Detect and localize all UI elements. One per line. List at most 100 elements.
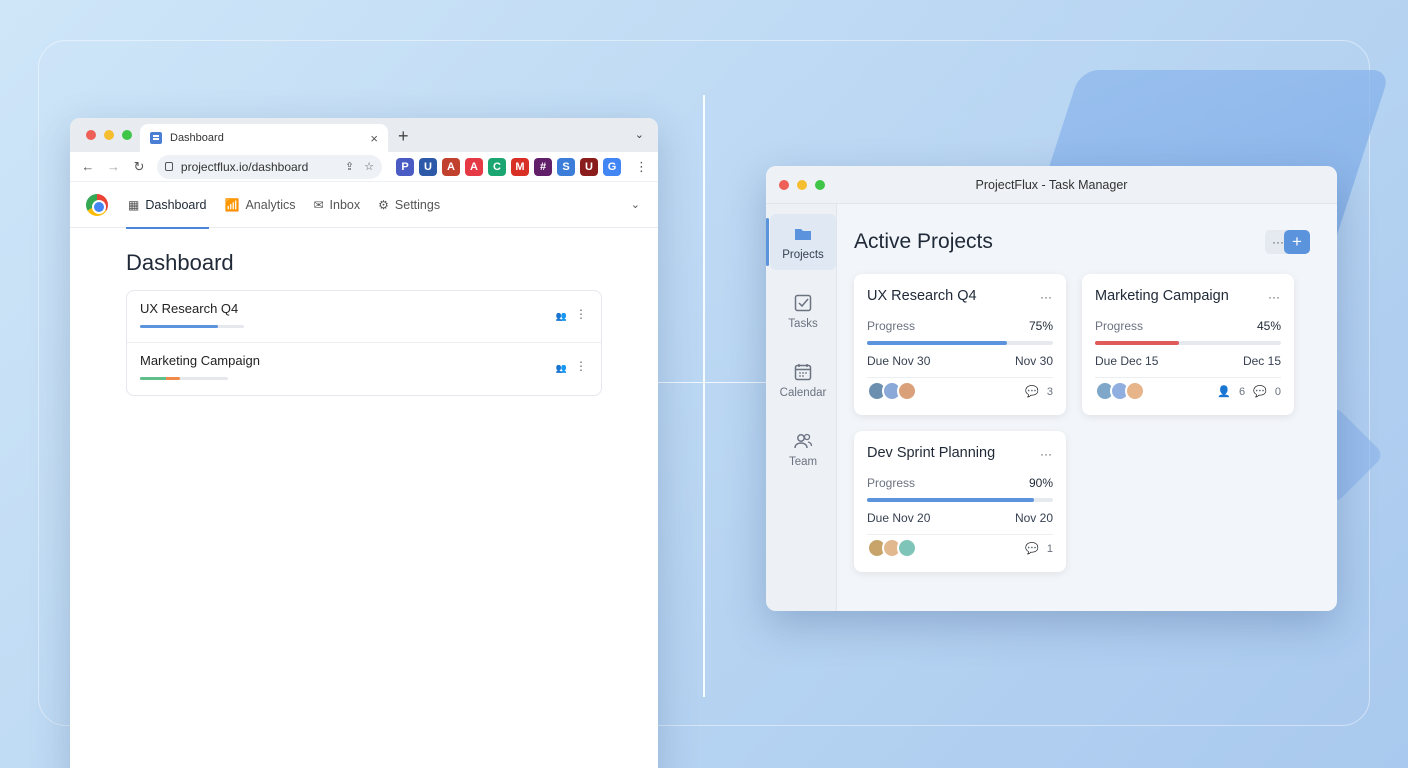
browser-menu-icon[interactable]: ⋮ [635, 159, 648, 175]
nav-chevron-down-icon[interactable]: ⌄ [631, 198, 640, 211]
sidebar-item-label: Tasks [788, 317, 818, 330]
app-maximize-button[interactable] [815, 180, 825, 190]
row-menu-icon[interactable]: ⋮ [575, 359, 587, 373]
comment-icon: 💬 [1025, 543, 1039, 555]
extension-icon[interactable]: G [603, 157, 622, 176]
nav-items: ▦ Dashboard 📶 Analytics ✉ Inbox ⚙ Settings [126, 182, 458, 229]
project-card[interactable]: Marketing Campaign ··· Progress 45% Due Dec … [1082, 274, 1294, 415]
sidebar-item-team[interactable]: Team [770, 421, 836, 477]
card-more-icon[interactable]: ··· [1268, 290, 1280, 304]
sidebar-item-calendar[interactable]: Calendar [770, 352, 836, 408]
assignees-icon[interactable]: 👥 [556, 311, 567, 322]
window-title: ProjectFlux - Task Manager [975, 178, 1128, 192]
progress-label: Progress [867, 476, 916, 490]
due-date-short: Nov 20 [1014, 511, 1053, 525]
page-title: Dashboard [126, 250, 234, 275]
progress-bar [867, 498, 1053, 502]
folder-icon [793, 224, 813, 244]
inbox-icon: ✉ [313, 197, 324, 212]
progress-fill [140, 377, 180, 380]
list-item[interactable]: Marketing Campaign 👥 ⋮ [127, 343, 601, 395]
card-meta: 💬 3 [1025, 385, 1053, 399]
card-more-icon[interactable]: ··· [1040, 290, 1052, 304]
app-titlebar: ProjectFlux - Task Manager [766, 166, 1337, 204]
connector-line [658, 382, 766, 383]
avatar-group[interactable] [867, 381, 917, 401]
progress-value: 45% [1256, 319, 1281, 333]
browser-tab-dashboard[interactable]: Dashboard × [140, 124, 388, 152]
assignees-icon[interactable]: 👥 [556, 363, 567, 374]
app-window-controls [779, 180, 825, 190]
comment-count: 1 [1046, 542, 1053, 555]
forward-arrow-icon[interactable]: → [106, 159, 122, 174]
list-item[interactable]: UX Research Q4 👥 ⋮ [127, 291, 601, 343]
app-main: Active Projects ··· + UX Research Q4 ··· P… [837, 204, 1337, 611]
comment-icon: 💬 [1253, 386, 1267, 398]
tab-close-icon[interactable]: × [370, 131, 378, 146]
add-project-button[interactable]: + [1284, 230, 1310, 254]
progress-value: 75% [1028, 319, 1053, 333]
share-icon[interactable]: ⇪ [345, 160, 354, 173]
bookmark-star-icon[interactable]: ☆ [364, 160, 374, 173]
browser-window: Dashboard × + ⌄ ← → ↻ projectflux.io/das… [70, 118, 658, 768]
new-tab-button[interactable]: + [398, 126, 409, 147]
extension-icon[interactable]: U [419, 157, 438, 176]
card-more-icon[interactable]: ··· [1040, 447, 1052, 461]
tab-title: Dashboard [170, 132, 224, 144]
maximize-window-button[interactable] [122, 130, 132, 140]
extension-icon[interactable]: M [511, 157, 530, 176]
tab-search-chevron-icon[interactable]: ⌄ [635, 128, 644, 141]
lock-icon [164, 162, 173, 171]
extension-icon[interactable]: A [442, 157, 461, 176]
sidebar-item-label: Calendar [779, 386, 827, 399]
members-icon: 👤 [1217, 386, 1232, 398]
extension-icon[interactable]: S [557, 157, 576, 176]
progress-fill [140, 325, 218, 328]
nav-item-label: Dashboard [145, 197, 207, 212]
avatar [897, 538, 917, 558]
dashboard-icon: ▦ [128, 197, 140, 212]
progress-bar [140, 325, 244, 328]
comment-icon: 💬 [1025, 386, 1039, 398]
nav-item-label: Settings [394, 197, 441, 212]
card-title: Marketing Campaign [1095, 288, 1229, 304]
card-divider [867, 534, 1053, 535]
avatar-group[interactable] [867, 538, 917, 558]
nav-item-analytics[interactable]: 📶 Analytics [225, 182, 296, 228]
browser-toolbar: ← → ↻ projectflux.io/dashboard ⇪ ☆ PUAAC… [70, 152, 658, 182]
nav-item-dashboard[interactable]: ▦ Dashboard [126, 182, 208, 229]
extension-icon[interactable]: # [534, 157, 553, 176]
team-icon [793, 431, 813, 451]
back-arrow-icon[interactable]: ← [80, 159, 96, 174]
calendar-icon [793, 362, 813, 382]
divider-line [703, 95, 705, 697]
progress-label: Progress [867, 319, 916, 333]
sidebar-item-tasks[interactable]: Tasks [770, 283, 836, 339]
close-window-button[interactable] [86, 130, 96, 140]
project-card[interactable]: UX Research Q4 ··· Progress 75% Due Nov 30 No… [854, 274, 1066, 415]
nav-item-settings[interactable]: ⚙ Settings [378, 182, 440, 228]
app-close-button[interactable] [779, 180, 789, 190]
extension-icon[interactable]: P [396, 157, 415, 176]
nav-item-inbox[interactable]: ✉ Inbox [313, 182, 360, 228]
app-minimize-button[interactable] [797, 180, 807, 190]
minimize-window-button[interactable] [104, 130, 114, 140]
extension-icon[interactable]: A [465, 157, 484, 176]
sidebar-item-projects[interactable]: Projects [766, 214, 836, 270]
avatar-group[interactable] [1095, 381, 1145, 401]
extension-icon[interactable]: U [580, 157, 599, 176]
reload-icon[interactable]: ↻ [131, 159, 147, 175]
dashboard-content: Dashboard UX Research Q4 👥 ⋮ Marketing Camp… [70, 228, 658, 418]
project-card[interactable]: Dev Sprint Planning ··· Progress 90% Due Nov… [854, 431, 1066, 572]
address-bar[interactable]: projectflux.io/dashboard ⇪ ☆ [156, 154, 383, 179]
progress-fill [1095, 341, 1179, 345]
row-menu-icon[interactable]: ⋮ [575, 307, 587, 321]
progress-bar [1095, 341, 1281, 345]
due-date-short: Dec 15 [1242, 354, 1281, 368]
comment-count: 0 [1274, 385, 1281, 398]
task-manager-window: ProjectFlux - Task Manager Projects Tasks… [766, 166, 1337, 611]
extension-icon[interactable]: C [488, 157, 507, 176]
tab-strip: Dashboard × + ⌄ [70, 118, 658, 152]
progress-label: Progress [1095, 319, 1144, 333]
nav-item-label: Analytics [245, 197, 296, 212]
